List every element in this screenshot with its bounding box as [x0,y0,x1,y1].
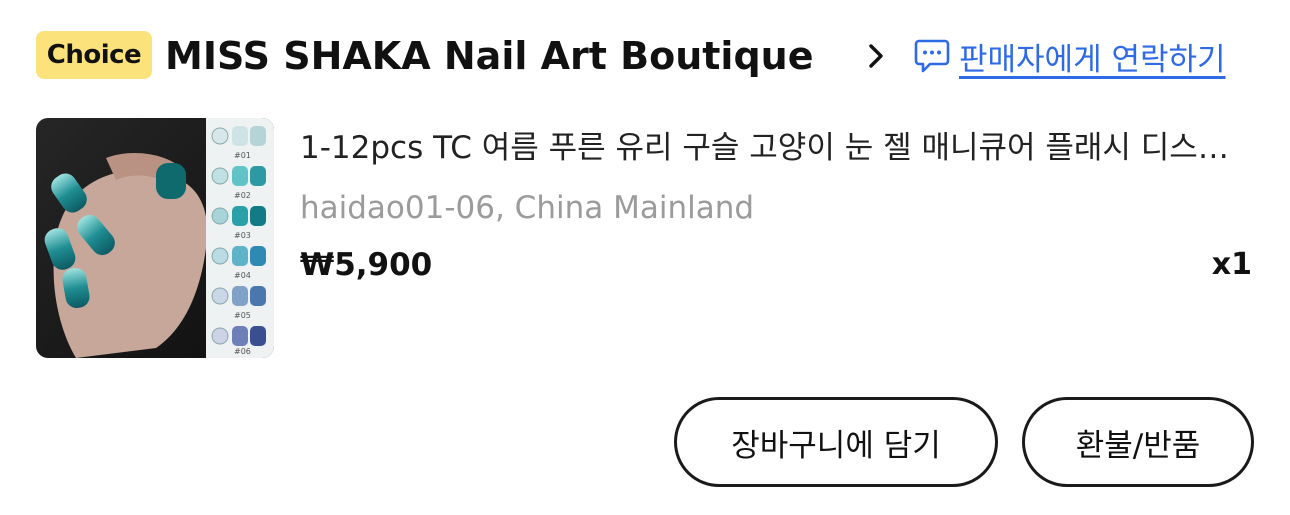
product-thumbnail[interactable]: #01 #02 #03 #04 #05 #06 [36,118,274,358]
contact-seller-label: 판매자에게 연락하기 [959,41,1226,78]
product-quantity: x1 [1211,247,1252,282]
product-title[interactable]: 1-12pcs TC 여름 푸른 유리 구슬 고양이 눈 젤 매니큐어 플래시 … [300,126,1240,170]
swatch-label: #04 [234,271,251,280]
product-price: ₩5,900 [300,247,433,283]
swatch-label: #02 [234,191,251,200]
choice-badge: Choice [36,31,152,79]
swatch-label: #03 [234,231,251,240]
contact-seller-link[interactable]: 판매자에게 연락하기 [913,30,1226,82]
chevron-right-icon[interactable] [862,40,890,72]
product-variant: haidao01-06, China Mainland [300,190,755,226]
refund-return-button[interactable]: 환불/반품 [1022,397,1254,487]
swatch-label: #05 [234,311,251,320]
swatch-label: #06 [234,347,251,356]
swatch-label: #01 [234,151,251,160]
product-image: #01 #02 #03 #04 #05 #06 [36,118,274,358]
chat-bubble-icon [914,39,950,73]
store-name-link[interactable]: MISS SHAKA Nail Art Boutique [165,30,835,82]
add-to-cart-button[interactable]: 장바구니에 담기 [674,397,998,487]
